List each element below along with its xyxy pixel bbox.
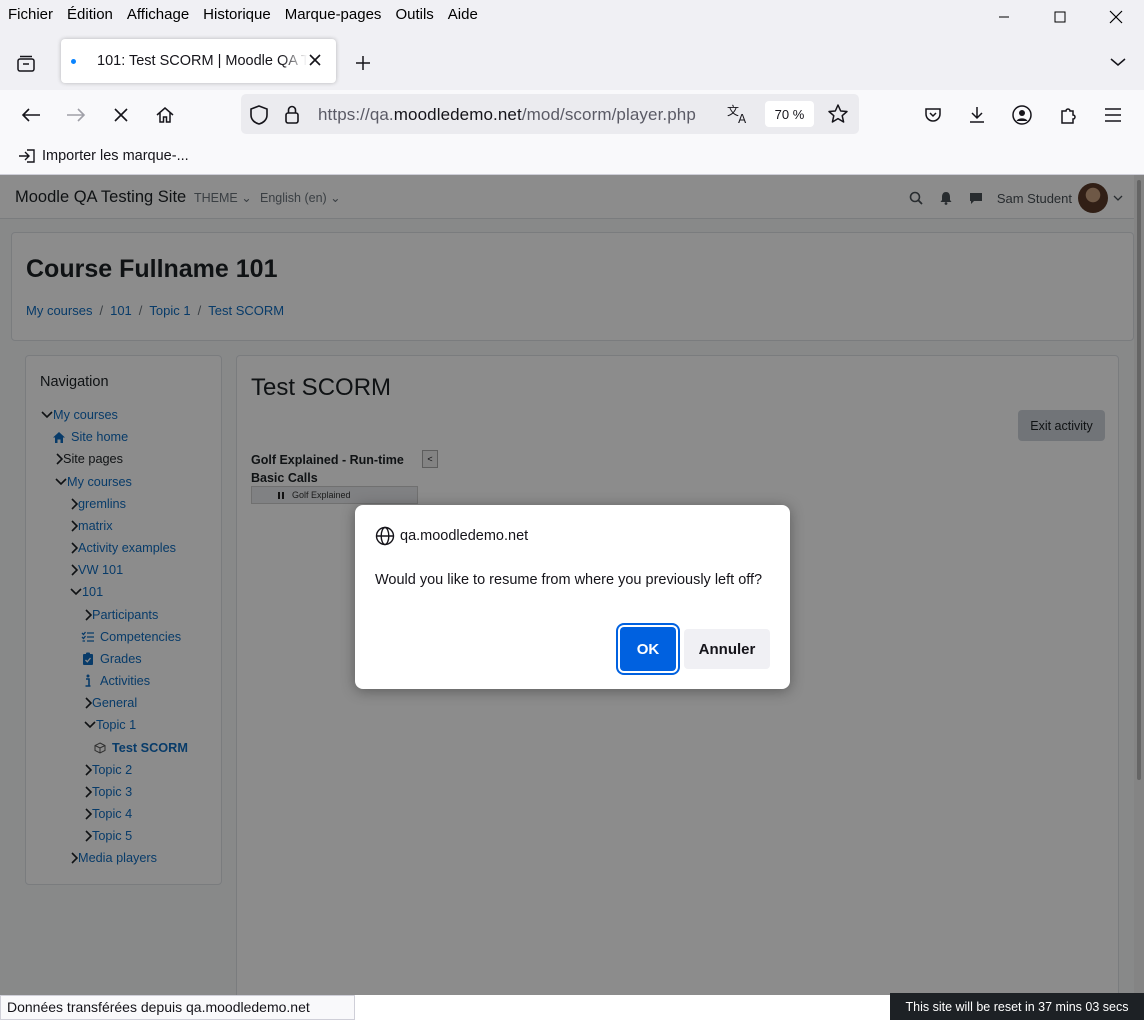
url-bar[interactable]: https://qa.moodledemo.net/mod/scorm/play… xyxy=(241,94,859,134)
app-menu-icon[interactable] xyxy=(1099,101,1127,129)
zoom-level-button[interactable]: 70 % xyxy=(765,101,814,127)
menu-edit[interactable]: Édition xyxy=(60,3,120,27)
translate-icon[interactable]: 文A xyxy=(727,103,751,128)
reset-countdown-banner: This site will be reset in 37 mins 03 se… xyxy=(890,993,1144,1020)
back-button[interactable] xyxy=(17,101,45,129)
tab-title: 101: Test SCORM | Moodle QA Testing Site xyxy=(97,53,307,69)
menu-help[interactable]: Aide xyxy=(441,3,485,27)
import-bookmarks-label: Importer les marque-... xyxy=(42,148,189,164)
bookmarks-toolbar: Importer les marque-... xyxy=(0,140,1144,175)
pocket-icon[interactable] xyxy=(919,101,947,129)
url-text[interactable]: https://qa.moodledemo.net/mod/scorm/play… xyxy=(318,105,696,125)
navigation-toolbar: https://qa.moodledemo.net/mod/scorm/play… xyxy=(0,90,1144,140)
menu-tools[interactable]: Outils xyxy=(388,3,440,27)
dialog-message: Would you like to resume from where you … xyxy=(375,572,763,588)
firefox-view-icon[interactable] xyxy=(12,50,40,78)
tracking-protection-icon[interactable] xyxy=(249,104,269,129)
tab-close-icon[interactable] xyxy=(306,51,324,69)
svg-text:A: A xyxy=(738,112,747,125)
lock-icon[interactable] xyxy=(284,104,300,127)
globe-icon xyxy=(375,526,395,546)
account-icon[interactable] xyxy=(1008,101,1036,129)
extensions-icon[interactable] xyxy=(1054,101,1082,129)
window-controls xyxy=(976,0,1144,34)
dialog-origin-text: qa.moodledemo.net xyxy=(400,528,529,544)
menu-bar: Fichier Édition Affichage Historique Mar… xyxy=(0,0,1144,30)
cancel-button[interactable]: Annuler xyxy=(684,629,770,669)
downloads-icon[interactable] xyxy=(963,101,991,129)
bookmark-star-icon[interactable] xyxy=(827,103,849,128)
loading-dot-icon xyxy=(71,58,76,64)
menu-bookmarks[interactable]: Marque-pages xyxy=(278,3,389,27)
menu-file[interactable]: Fichier xyxy=(0,3,60,27)
menu-view[interactable]: Affichage xyxy=(120,3,196,27)
import-icon xyxy=(19,149,35,163)
home-button[interactable] xyxy=(151,101,179,129)
import-bookmarks-item[interactable]: Importer les marque-... xyxy=(18,148,189,164)
list-all-tabs-icon[interactable] xyxy=(1108,52,1128,72)
maximize-button[interactable] xyxy=(1032,0,1088,34)
new-tab-button[interactable] xyxy=(350,50,376,76)
stop-loading-button[interactable] xyxy=(107,101,135,129)
ok-button[interactable]: OK xyxy=(620,627,676,671)
close-window-button[interactable] xyxy=(1088,0,1144,34)
status-text: Données transférées depuis qa.moodledemo… xyxy=(0,995,355,1020)
menu-history[interactable]: Historique xyxy=(196,3,278,27)
active-tab[interactable]: 101: Test SCORM | Moodle QA Testing Site xyxy=(61,39,336,83)
forward-button[interactable] xyxy=(62,101,90,129)
status-bar: Données transférées depuis qa.moodledemo… xyxy=(0,993,1144,1020)
confirm-dialog: qa.moodledemo.net Would you like to resu… xyxy=(355,505,790,689)
tab-strip: 101: Test SCORM | Moodle QA Testing Site xyxy=(0,30,1144,90)
dialog-origin: qa.moodledemo.net xyxy=(375,526,528,546)
minimize-button[interactable] xyxy=(976,0,1032,34)
